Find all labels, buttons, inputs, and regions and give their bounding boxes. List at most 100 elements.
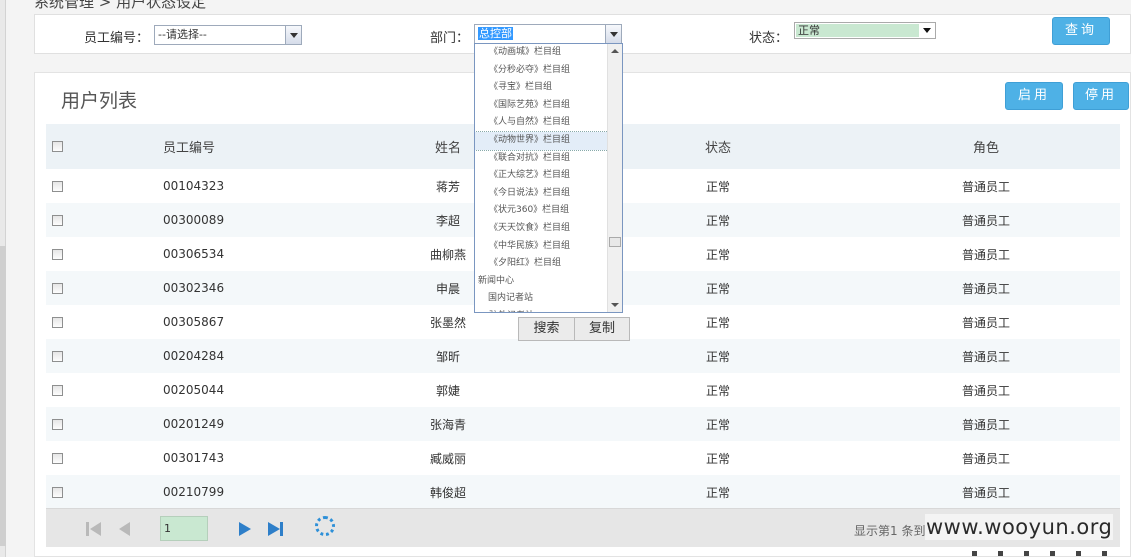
cell-employee-id: 00205044 bbox=[163, 383, 225, 397]
table-row[interactable]: 00204284 邹昕 正常 普通员工 bbox=[46, 339, 1120, 373]
dept-dropdown-list[interactable]: 《动画城》栏目组 《分秒必夺》栏目组 《寻宝》栏目组 《国际艺苑》栏目组 《人与自然》栏… bbox=[474, 43, 623, 313]
table-row[interactable]: 00210799 韩俊超 正常 普通员工 bbox=[46, 475, 1120, 509]
last-page-icon[interactable] bbox=[268, 522, 284, 536]
cell-employee-id: 00204284 bbox=[163, 349, 225, 363]
cell-name: 韩俊超 bbox=[429, 485, 466, 500]
column-status[interactable]: 状态 bbox=[678, 124, 758, 169]
cell-role: 普通员工 bbox=[961, 315, 1010, 330]
table-row[interactable]: 00205044 郭婕 正常 普通员工 bbox=[46, 373, 1120, 407]
scroll-down-icon[interactable] bbox=[611, 303, 619, 307]
cell-employee-id: 00301743 bbox=[163, 451, 225, 465]
next-page-icon[interactable] bbox=[239, 522, 251, 536]
cell-employee-id: 00302346 bbox=[163, 281, 225, 295]
row-checkbox-cell bbox=[52, 373, 64, 407]
table-row[interactable]: 00201249 张海青 正常 普通员工 bbox=[46, 407, 1120, 441]
dept-option[interactable]: 《中华民族》栏目组 bbox=[475, 238, 608, 256]
enable-button[interactable]: 启用 bbox=[1005, 82, 1063, 110]
dept-option[interactable]: 国内记者站 bbox=[475, 290, 608, 308]
dept-label: 部门： bbox=[430, 31, 470, 46]
dept-dropdown-scrollbar[interactable] bbox=[607, 44, 622, 312]
row-checkbox[interactable] bbox=[52, 486, 63, 498]
copy-button[interactable]: 复制 bbox=[574, 317, 630, 341]
row-checkbox[interactable] bbox=[52, 282, 63, 294]
dept-option[interactable]: 新闻中心 bbox=[475, 273, 608, 291]
dept-option[interactable]: 《动物世界》栏目组 bbox=[475, 130, 609, 151]
cell-status: 正常 bbox=[705, 213, 730, 228]
status-label: 状态： bbox=[749, 31, 789, 46]
cell-employee-id: 00201249 bbox=[163, 417, 225, 431]
row-checkbox-cell bbox=[52, 441, 64, 475]
row-checkbox-cell bbox=[52, 339, 64, 373]
chevron-down-icon[interactable] bbox=[285, 26, 301, 44]
cell-role: 普通员工 bbox=[961, 213, 1010, 228]
dept-option[interactable]: 《分秒必夺》栏目组 bbox=[475, 62, 608, 80]
scroll-up-icon[interactable] bbox=[611, 49, 619, 53]
row-checkbox-cell bbox=[52, 203, 64, 237]
cell-employee-id: 00300089 bbox=[163, 213, 225, 227]
cell-role: 普通员工 bbox=[961, 349, 1010, 364]
cell-status: 正常 bbox=[705, 315, 730, 330]
left-window-edge bbox=[0, 0, 6, 557]
row-checkbox[interactable] bbox=[52, 350, 63, 362]
chevron-down-icon[interactable] bbox=[605, 25, 621, 43]
employee-id-select[interactable]: --请选择-- bbox=[154, 25, 302, 45]
cell-status: 正常 bbox=[705, 417, 730, 432]
prev-page-icon[interactable] bbox=[119, 522, 131, 536]
cell-employee-id: 00104323 bbox=[163, 179, 225, 193]
watermark: www.wooyun.org bbox=[925, 514, 1114, 540]
disable-button[interactable]: 停用 bbox=[1073, 82, 1129, 110]
row-checkbox[interactable] bbox=[52, 418, 63, 430]
dept-option[interactable]: 《寻宝》栏目组 bbox=[475, 79, 608, 97]
row-checkbox[interactable] bbox=[52, 316, 63, 328]
dept-option[interactable]: 《国际艺苑》栏目组 bbox=[475, 97, 608, 115]
breadcrumb: 系统管理 > 用户状态设定 bbox=[34, 0, 207, 11]
table-row[interactable]: 00301743 臧威丽 正常 普通员工 bbox=[46, 441, 1120, 475]
cell-name: 臧威丽 bbox=[429, 451, 466, 466]
row-checkbox-cell bbox=[52, 271, 64, 305]
scroll-thumb[interactable] bbox=[609, 237, 621, 247]
first-page-icon[interactable] bbox=[86, 522, 102, 536]
cell-role: 普通员工 bbox=[961, 451, 1010, 466]
page-number-input[interactable]: 1 bbox=[160, 516, 208, 541]
dept-option[interactable]: 《联合对抗》栏目组 bbox=[475, 150, 608, 168]
cell-role: 普通员工 bbox=[961, 179, 1010, 194]
cell-role: 普通员工 bbox=[961, 485, 1010, 500]
row-checkbox[interactable] bbox=[52, 214, 63, 226]
status-select[interactable]: 正常 bbox=[794, 22, 936, 39]
panel-title: 用户列表 bbox=[61, 90, 138, 112]
cell-employee-id: 00306534 bbox=[163, 247, 225, 261]
dept-option[interactable]: 《动画城》栏目组 bbox=[475, 44, 608, 62]
dept-select[interactable]: 总控部 bbox=[474, 24, 622, 44]
dept-option[interactable]: 《今日说法》栏目组 bbox=[475, 185, 608, 203]
dept-option[interactable]: 《正大综艺》栏目组 bbox=[475, 167, 608, 185]
dept-option[interactable]: 《天天饮食》栏目组 bbox=[475, 220, 608, 238]
row-checkbox[interactable] bbox=[52, 452, 63, 464]
dept-option[interactable]: 《状元360》栏目组 bbox=[475, 202, 608, 220]
pager-info: 显示第1 条到 bbox=[854, 524, 926, 538]
dept-option[interactable]: 驻外记者站 bbox=[475, 308, 608, 312]
employee-id-label: 员工编号： bbox=[84, 31, 150, 46]
row-checkbox[interactable] bbox=[52, 180, 63, 192]
left-edge-grip bbox=[0, 246, 6, 546]
refresh-icon[interactable] bbox=[315, 516, 335, 536]
bottom-edge-marks bbox=[960, 551, 1131, 557]
cell-status: 正常 bbox=[705, 383, 730, 398]
row-checkbox[interactable] bbox=[52, 384, 63, 396]
cell-status: 正常 bbox=[705, 349, 730, 364]
row-checkbox[interactable] bbox=[52, 248, 63, 260]
cell-name: 郭婕 bbox=[435, 383, 460, 398]
select-all-cell bbox=[52, 124, 64, 169]
dept-select-value: 总控部 bbox=[478, 27, 513, 40]
column-employee-id[interactable]: 员工编号 bbox=[163, 124, 215, 169]
column-role[interactable]: 角色 bbox=[946, 124, 1026, 169]
select-all-checkbox[interactable] bbox=[52, 141, 63, 152]
cell-employee-id: 00210799 bbox=[163, 485, 225, 499]
chevron-down-icon[interactable] bbox=[919, 23, 935, 38]
cell-status: 正常 bbox=[705, 451, 730, 466]
dept-option[interactable]: 《夕阳红》栏目组 bbox=[475, 255, 608, 273]
query-button[interactable]: 查询 bbox=[1052, 17, 1110, 45]
cell-status: 正常 bbox=[705, 281, 730, 296]
dept-dropdown-items: 《动画城》栏目组 《分秒必夺》栏目组 《寻宝》栏目组 《国际艺苑》栏目组 《人与自然》栏… bbox=[475, 44, 609, 312]
dept-option[interactable]: 《人与自然》栏目组 bbox=[475, 114, 608, 132]
search-button[interactable]: 搜索 bbox=[518, 317, 575, 341]
